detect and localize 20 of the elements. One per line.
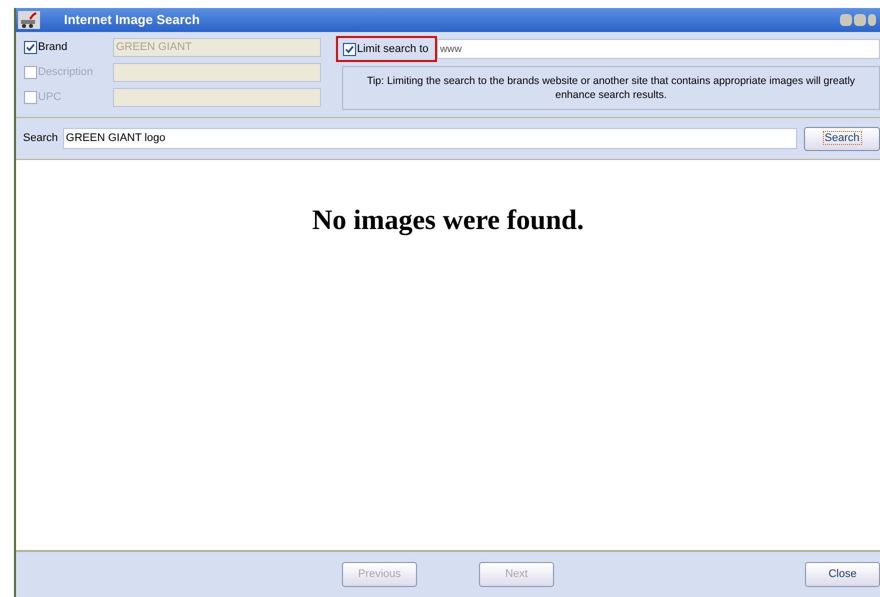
cart-icon — [18, 11, 40, 29]
no-results-message: No images were found. — [312, 204, 584, 236]
filter-label: UPC — [38, 90, 62, 106]
maximize-icon[interactable] — [854, 14, 866, 26]
window-title: Internet Image Search — [64, 11, 200, 30]
input-field[interactable] — [113, 63, 321, 82]
footer-button[interactable]: Close — [805, 562, 880, 587]
search-field[interactable]: GREEN GIANT logo — [62, 128, 798, 149]
filter-label: Brand — [38, 40, 68, 56]
limit-label: Limit search to — [357, 42, 430, 57]
close-icon[interactable] — [868, 14, 876, 26]
checkbox[interactable] — [343, 42, 356, 56]
checkbox[interactable] — [24, 41, 37, 54]
minimize-icon[interactable] — [840, 14, 852, 26]
tip-text: Tip: Limiting the search to the brands website or another site that contains appropriate images will greatly enhance search results. — [366, 74, 856, 102]
filter-label: Description — [38, 65, 94, 80]
url-field[interactable]: www — [437, 39, 880, 59]
search-label: Search — [23, 131, 59, 146]
input-field[interactable] — [113, 88, 321, 107]
search-button[interactable]: Search — [804, 126, 880, 150]
